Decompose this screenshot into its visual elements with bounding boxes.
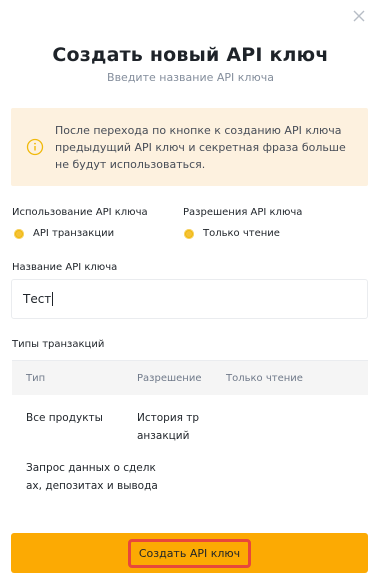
table-row[interactable]: Запрос данных о сделк ах, депозитах и вы… [12, 459, 368, 496]
key-name-label: Название API ключа [12, 262, 118, 273]
permissions-label: Разрешения API ключа [183, 207, 303, 218]
dialog-title: Создать новый API ключ [52, 44, 329, 66]
transaction-types-label: Типы транзакций [12, 339, 105, 350]
submit-bar[interactable]: Создать API ключ [11, 533, 368, 573]
warning-notice: После перехода по кнопке к созданию API … [11, 108, 368, 186]
dialog-subtitle: Введите название API ключа [107, 71, 274, 84]
permissions-radio-read-only[interactable]: Только чтение [184, 228, 280, 239]
usage-radio-api-transactions[interactable]: API транзакции [14, 228, 114, 239]
radio-selected-icon [14, 228, 24, 239]
key-name-input[interactable]: Тест [11, 279, 368, 319]
permissions-option-label: Только чтение [203, 228, 280, 239]
usage-label: Использование API ключа [12, 207, 148, 218]
table-row[interactable]: Все продукты История тр анзакций [12, 409, 368, 445]
usage-option-label: API транзакции [33, 228, 115, 239]
row-permission: История тр анзакций [137, 412, 200, 442]
row-type: Все продукты [26, 412, 103, 424]
close-icon[interactable] [351, 8, 367, 24]
column-header-read-only: Только чтение [226, 372, 303, 384]
row-read-only [214, 409, 368, 445]
text-caret [52, 292, 54, 306]
column-header-type: Тип [26, 372, 46, 384]
create-api-key-button[interactable]: Создать API ключ [127, 538, 252, 568]
radio-selected-icon [184, 228, 194, 239]
row-type: Запрос данных о сделк ах, депозитах и вы… [26, 462, 158, 492]
column-header-permission: Разрешение [137, 372, 202, 384]
notice-text: После перехода по кнопке к созданию API … [55, 124, 346, 171]
table-header: Тип Разрешение Только чтение [12, 361, 368, 395]
transaction-types-table: Тип Разрешение Только чтение Все продукт… [12, 360, 368, 496]
key-name-value: Тест [23, 292, 52, 306]
info-icon [26, 138, 44, 156]
